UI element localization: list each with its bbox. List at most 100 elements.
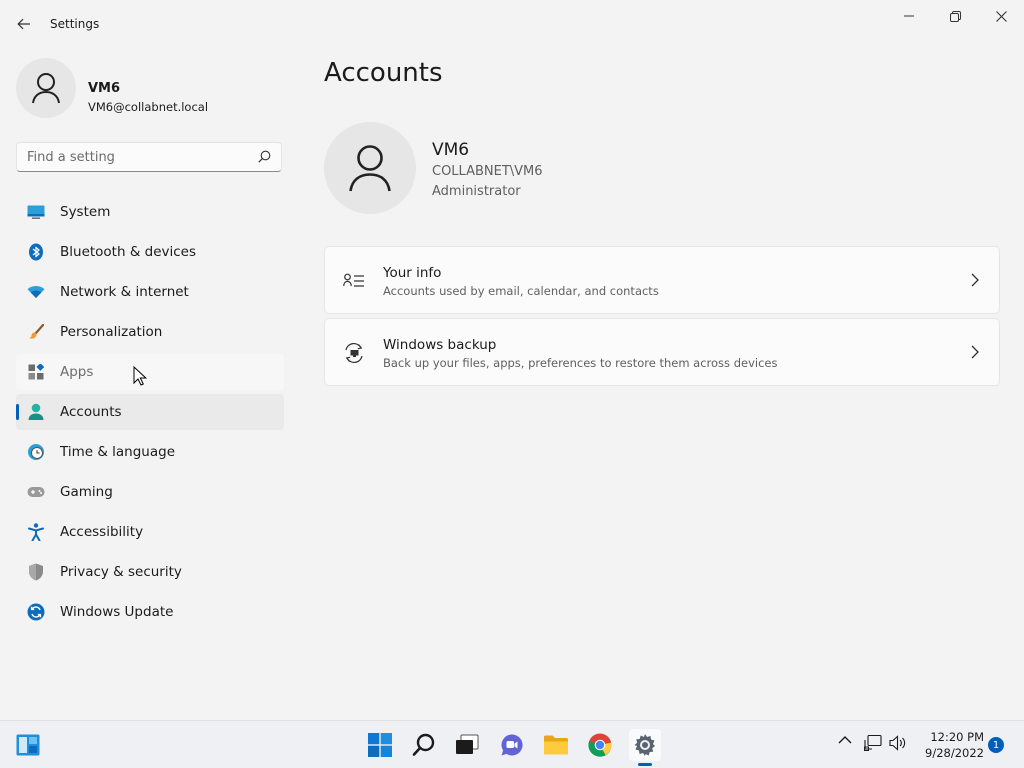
sidebar-item-privacy[interactable]: Privacy & security — [16, 554, 284, 590]
back-arrow-icon — [17, 18, 30, 30]
sidebar-item-accessibility[interactable]: Accessibility — [16, 514, 284, 550]
card-title: Your info — [383, 265, 442, 281]
chrome-icon — [588, 733, 612, 757]
active-app-indicator — [638, 763, 652, 766]
start-button[interactable] — [364, 729, 396, 761]
windows-backup-card[interactable]: Windows backup Back up your files, apps,… — [324, 318, 1000, 386]
apps-icon — [27, 363, 45, 381]
back-button[interactable] — [12, 12, 36, 36]
title-bar: Settings — [0, 0, 1024, 48]
shield-icon — [27, 563, 45, 581]
sidebar-item-label: Accessibility — [60, 524, 144, 540]
restore-button[interactable] — [932, 0, 978, 32]
account-avatar[interactable] — [324, 122, 416, 214]
user-profile[interactable]: VM6 VM6@collabnet.local — [16, 58, 296, 118]
minimize-button[interactable] — [886, 0, 932, 32]
settings-icon — [634, 734, 655, 756]
accounts-icon — [27, 403, 45, 421]
sidebar-item-system[interactable]: System — [16, 194, 284, 230]
clock-globe-icon — [27, 443, 45, 461]
account-domain: COLLABNET\VM6 — [432, 164, 543, 179]
profile-name: VM6 — [88, 81, 121, 96]
chevron-right-icon — [971, 273, 979, 287]
brush-icon — [27, 323, 45, 341]
your-info-card[interactable]: Your info Accounts used by email, calend… — [324, 246, 1000, 314]
your-info-icon — [343, 270, 365, 292]
backup-icon — [343, 342, 365, 364]
sidebar-item-label: Bluetooth & devices — [60, 244, 197, 260]
system-icon — [27, 203, 45, 221]
widgets-button[interactable] — [12, 729, 44, 761]
person-icon — [32, 73, 60, 104]
settings-button[interactable] — [629, 729, 661, 761]
sidebar-item-label: Time & language — [60, 444, 176, 460]
taskbar-clock[interactable]: 12:20 PM 9/28/2022 — [914, 729, 984, 761]
clock-date: 9/28/2022 — [925, 746, 984, 760]
sidebar-nav: System Bluetooth & devices Network & int… — [16, 194, 284, 634]
task-view-icon — [456, 734, 479, 754]
chevron-right-icon — [971, 345, 979, 359]
search-box[interactable] — [16, 142, 282, 172]
network-wired-icon — [864, 735, 882, 751]
sidebar-item-windows-update[interactable]: Windows Update — [16, 594, 284, 630]
chat-button[interactable] — [496, 729, 528, 761]
sidebar-item-label: System — [60, 204, 111, 220]
taskbar-search-button[interactable] — [408, 729, 440, 761]
active-indicator — [16, 404, 19, 420]
wifi-icon — [27, 283, 45, 301]
sidebar-item-accounts[interactable]: Accounts — [16, 394, 284, 430]
close-button[interactable] — [978, 0, 1024, 32]
avatar — [16, 58, 76, 118]
search-icon — [412, 733, 435, 756]
clock-time: 12:20 PM — [930, 730, 984, 744]
search-input[interactable] — [27, 143, 247, 171]
start-icon — [368, 733, 392, 757]
app-title: Settings — [50, 17, 100, 31]
search-icon — [258, 150, 271, 163]
sidebar-item-apps[interactable]: Apps — [16, 354, 284, 390]
gamepad-icon — [27, 483, 45, 501]
notification-badge[interactable]: 1 — [988, 737, 1004, 753]
card-subtitle: Accounts used by email, calendar, and co… — [383, 284, 659, 298]
chat-icon — [501, 734, 523, 756]
volume-tray-button[interactable] — [889, 735, 907, 751]
widgets-icon — [16, 734, 40, 756]
account-name: VM6 — [432, 140, 470, 160]
sidebar-item-bluetooth[interactable]: Bluetooth & devices — [16, 234, 284, 270]
page-title: Accounts — [324, 58, 443, 88]
chevron-up-icon — [838, 736, 852, 744]
speaker-icon — [889, 735, 906, 751]
card-title: Windows backup — [383, 337, 497, 353]
sidebar-item-label: Windows Update — [60, 604, 174, 620]
bluetooth-icon — [27, 243, 45, 261]
file-explorer-button[interactable] — [540, 729, 572, 761]
sidebar-item-label: Gaming — [60, 484, 113, 500]
task-view-button[interactable] — [451, 729, 483, 761]
account-summary: VM6 COLLABNET\VM6 Administrator — [324, 122, 1000, 218]
sidebar-item-network[interactable]: Network & internet — [16, 274, 284, 310]
sidebar-item-time-language[interactable]: Time & language — [16, 434, 284, 470]
sidebar-item-personalization[interactable]: Personalization — [16, 314, 284, 350]
taskbar: 12:20 PM 9/28/2022 1 — [0, 720, 1024, 768]
update-icon — [27, 603, 45, 621]
sidebar-item-label: Accounts — [60, 404, 122, 420]
file-explorer-icon — [544, 735, 568, 755]
minimize-icon — [904, 15, 914, 17]
profile-email: VM6@collabnet.local — [88, 100, 209, 114]
restore-icon — [949, 10, 961, 22]
chrome-button[interactable] — [584, 729, 616, 761]
account-role: Administrator — [432, 184, 521, 199]
card-subtitle: Back up your files, apps, preferences to… — [383, 356, 778, 370]
show-hidden-icons-button[interactable] — [838, 735, 852, 745]
sidebar-item-label: Network & internet — [60, 284, 189, 300]
sidebar-item-label: Personalization — [60, 324, 163, 340]
mouse-cursor-icon — [133, 366, 147, 386]
close-icon — [995, 10, 1007, 22]
person-icon — [349, 145, 391, 192]
sidebar-item-gaming[interactable]: Gaming — [16, 474, 284, 510]
sidebar-item-label: Privacy & security — [60, 564, 182, 580]
network-tray-button[interactable] — [864, 735, 882, 751]
sidebar-item-label: Apps — [60, 364, 94, 380]
sidebar: VM6 VM6@collabnet.local System Bluetooth… — [0, 48, 300, 720]
accessibility-icon — [27, 523, 45, 541]
